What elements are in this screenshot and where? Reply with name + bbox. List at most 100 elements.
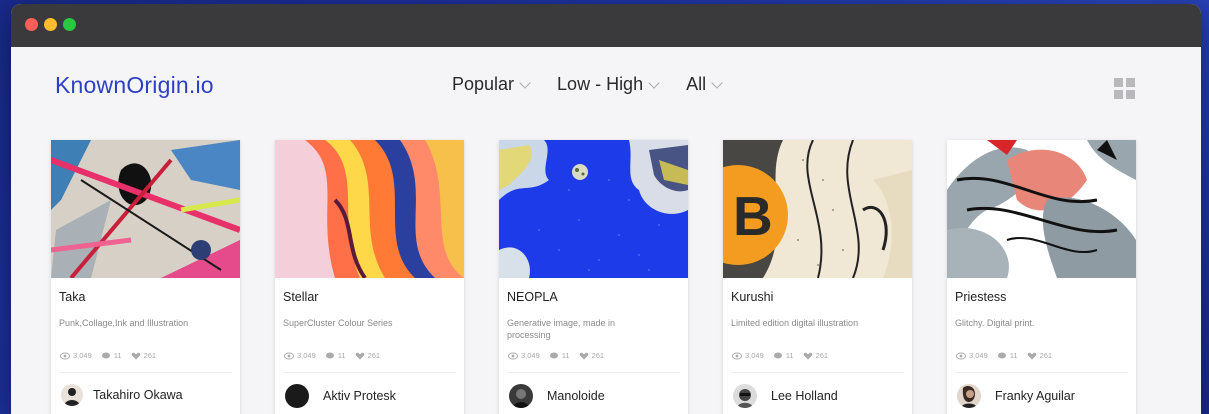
comments-stat: 11 (997, 351, 1018, 360)
artwork-stats: 3,049 11 261 (508, 351, 604, 360)
filter-label: All (686, 74, 707, 94)
avatar (61, 384, 83, 406)
artwork-description: Limited edition digital illustration (731, 318, 859, 328)
artist-info[interactable]: Lee Holland (733, 384, 838, 408)
eye-icon (60, 352, 70, 359)
artwork-image[interactable] (51, 140, 240, 278)
artist-name[interactable]: Takahiro Okawa (93, 388, 183, 402)
browser-window: KnownOrigin.io Popular Low - High All Ta… (11, 4, 1201, 414)
heart-icon (579, 352, 588, 359)
artwork-card[interactable]: Priestess Glitchy. Digital print. 3,049 … (947, 140, 1136, 414)
artwork-image[interactable]: B (723, 140, 912, 278)
divider (731, 372, 904, 373)
comments-stat: 11 (549, 351, 570, 360)
comments-count: 11 (785, 351, 794, 360)
artwork-grid: Taka Punk,Collage,Ink and Illustration 3… (51, 140, 1136, 414)
divider (59, 372, 232, 373)
views-count: 3,049 (745, 351, 764, 360)
artwork-card[interactable]: Stellar SuperCluster Colour Series 3,049… (275, 140, 464, 414)
likes-count: 261 (143, 351, 157, 360)
category-dropdown[interactable]: All (686, 74, 723, 95)
divider (955, 372, 1128, 373)
eye-icon (956, 352, 966, 359)
likes-count: 261 (1039, 351, 1053, 360)
comments-count: 11 (1009, 351, 1018, 360)
filter-label: Popular (452, 74, 515, 94)
likes-count: 261 (367, 351, 381, 360)
artist-info[interactable]: Franky Aguilar (957, 384, 1075, 408)
comments-stat: 11 (325, 351, 346, 360)
artwork-image[interactable] (499, 140, 688, 278)
artist-name[interactable]: Franky Aguilar (995, 389, 1075, 403)
avatar (733, 384, 757, 408)
artist-name[interactable]: Manoloide (547, 389, 605, 403)
likes-count: 261 (815, 351, 829, 360)
artwork-description: SuperCluster Colour Series (283, 318, 393, 328)
artist-info[interactable]: Takahiro Okawa (61, 384, 183, 406)
comment-icon (549, 352, 558, 358)
views-count: 3,049 (521, 351, 540, 360)
views-stat: 3,049 (956, 351, 988, 360)
filter-bar: Popular Low - High All (452, 74, 723, 95)
svg-text:B: B (733, 185, 773, 247)
artwork-card[interactable]: NEOPLA Generative image, made in process… (499, 140, 688, 414)
artwork-stats: 3,049 11 261 (732, 351, 828, 360)
views-stat: 3,049 (284, 351, 316, 360)
comments-count: 11 (337, 351, 346, 360)
views-count: 3,049 (73, 351, 92, 360)
heart-icon (803, 352, 812, 359)
avatar (285, 384, 309, 408)
views-count: 3,049 (969, 351, 988, 360)
avatar (957, 384, 981, 408)
artist-name[interactable]: Aktiv Protesk (323, 389, 396, 403)
artwork-image[interactable] (275, 140, 464, 278)
avatar (509, 384, 533, 408)
site-logo[interactable]: KnownOrigin.io (55, 72, 214, 99)
artwork-title[interactable]: Kurushi (731, 290, 773, 304)
divider (507, 372, 680, 373)
artwork-title[interactable]: Taka (59, 290, 85, 304)
maximize-window-button[interactable] (63, 18, 76, 31)
app-header: KnownOrigin.io Popular Low - High All (11, 47, 1201, 135)
filter-label: Low - High (557, 74, 644, 94)
grid-view-icon[interactable] (1114, 78, 1135, 99)
minimize-window-button[interactable] (44, 18, 57, 31)
comments-stat: 11 (773, 351, 794, 360)
comments-count: 11 (113, 351, 122, 360)
artist-info[interactable]: Aktiv Protesk (285, 384, 396, 408)
price-order-dropdown[interactable]: Low - High (557, 74, 660, 95)
artwork-stats: 3,049 11 261 (284, 351, 380, 360)
likes-stat: 261 (803, 351, 829, 360)
artwork-title[interactable]: Stellar (283, 290, 318, 304)
artwork-image[interactable] (947, 140, 1136, 278)
sort-popular-dropdown[interactable]: Popular (452, 74, 531, 95)
chevron-down-icon (648, 76, 660, 89)
views-count: 3,049 (297, 351, 316, 360)
artwork-title[interactable]: NEOPLA (507, 290, 558, 304)
heart-icon (1027, 352, 1036, 359)
artist-info[interactable]: Manoloide (509, 384, 605, 408)
eye-icon (284, 352, 294, 359)
comment-icon (101, 352, 110, 358)
comments-count: 11 (561, 351, 570, 360)
comments-stat: 11 (101, 351, 122, 360)
artwork-title[interactable]: Priestess (955, 290, 1006, 304)
likes-stat: 261 (131, 351, 157, 360)
artwork-card[interactable]: Taka Punk,Collage,Ink and Illustration 3… (51, 140, 240, 414)
divider (283, 372, 456, 373)
artwork-stats: 3,049 11 261 (60, 351, 156, 360)
artist-name[interactable]: Lee Holland (771, 389, 838, 403)
comment-icon (325, 352, 334, 358)
artwork-card[interactable]: B Kurushi Limited edition digital illust… (723, 140, 912, 414)
artwork-stats: 3,049 11 261 (956, 351, 1052, 360)
comment-icon (997, 352, 1006, 358)
views-stat: 3,049 (508, 351, 540, 360)
artwork-description: Punk,Collage,Ink and Illustration (59, 318, 189, 328)
likes-stat: 261 (1027, 351, 1053, 360)
eye-icon (732, 352, 742, 359)
close-window-button[interactable] (25, 18, 38, 31)
artwork-description: Glitchy. Digital print. (955, 318, 1035, 328)
views-stat: 3,049 (732, 351, 764, 360)
chevron-down-icon (519, 76, 531, 89)
likes-count: 261 (591, 351, 605, 360)
